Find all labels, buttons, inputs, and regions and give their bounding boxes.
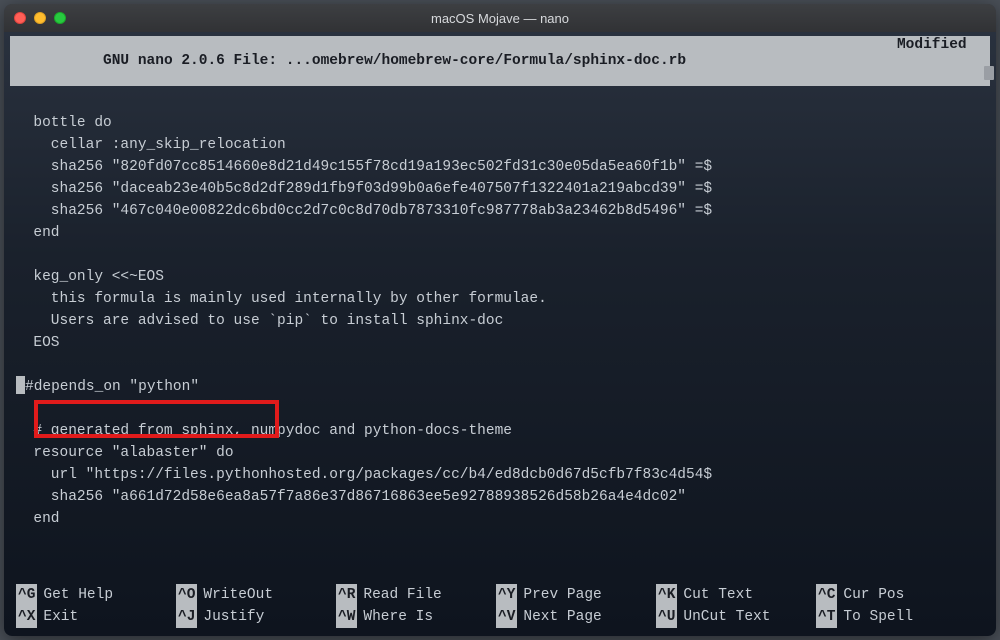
nano-help-bar: ^G Get Help ^O WriteOut ^R Read File ^Y Prev Pa…: [10, 584, 990, 632]
help-row: ^G Get Help ^O WriteOut ^R Read File ^Y Prev Pa…: [16, 584, 984, 606]
help-key: ^U: [656, 606, 677, 628]
maximize-icon[interactable]: [54, 12, 66, 24]
help-item: ^T To Spell: [816, 606, 976, 628]
help-key: ^J: [176, 606, 197, 628]
help-item: ^W Where Is: [336, 606, 496, 628]
editor-line[interactable]: [16, 244, 990, 266]
help-key: ^T: [816, 606, 837, 628]
nano-app-version: GNU nano 2.0.6: [86, 53, 225, 69]
editor-line[interactable]: keg_only <<~EOS: [16, 266, 990, 288]
close-icon[interactable]: [14, 12, 26, 24]
help-item: ^G Get Help: [16, 584, 176, 606]
help-key: ^O: [176, 584, 197, 606]
help-key: ^Y: [496, 584, 517, 606]
help-item: ^X Exit: [16, 606, 176, 628]
window-title: macOS Mojave — nano: [4, 11, 996, 26]
editor-line[interactable]: Users are advised to use `pip` to instal…: [16, 310, 990, 332]
help-label: Next Page: [523, 606, 601, 628]
help-item: ^R Read File: [336, 584, 496, 606]
minimize-icon[interactable]: [34, 12, 46, 24]
help-key: ^G: [16, 584, 37, 606]
editor-line[interactable]: [16, 398, 990, 420]
editor-line[interactable]: cellar :any_skip_relocation: [16, 134, 990, 156]
help-label: UnCut Text: [683, 606, 770, 628]
editor-line[interactable]: [16, 354, 990, 376]
help-key: ^W: [336, 606, 357, 628]
help-item: ^O WriteOut: [176, 584, 336, 606]
help-row: ^X Exit ^J Justify ^W Where Is ^V Next Page ^U Un…: [16, 606, 984, 628]
help-label: Exit: [43, 606, 78, 628]
help-key: ^V: [496, 606, 517, 628]
help-item: ^J Justify: [176, 606, 336, 628]
nano-status-bar: GNU nano 2.0.6 File: ...omebrew/homebrew…: [10, 36, 990, 86]
modified-indicator: Modified: [897, 37, 984, 85]
help-label: WriteOut: [203, 584, 273, 606]
editor-line[interactable]: [16, 530, 990, 552]
help-key: ^C: [816, 584, 837, 606]
help-key: ^R: [336, 584, 357, 606]
help-label: To Spell: [843, 606, 913, 628]
editor-line[interactable]: sha256 "daceab23e40b5c8d2df289d1fb9f03d9…: [16, 178, 990, 200]
help-label: Get Help: [43, 584, 113, 606]
editor-line[interactable]: bottle do: [16, 112, 990, 134]
editor-line[interactable]: end: [16, 508, 990, 530]
help-label: Cur Pos: [843, 584, 904, 606]
file-path: ...omebrew/homebrew-core/Formula/sphinx-…: [286, 53, 686, 69]
help-item: ^U UnCut Text: [656, 606, 816, 628]
help-label: Cut Text: [683, 584, 753, 606]
help-key: ^K: [656, 584, 677, 606]
editor-line[interactable]: EOS: [16, 332, 990, 354]
editor-line[interactable]: sha256 "467c040e00822dc6bd0cc2d7c0c8d70d…: [16, 200, 990, 222]
editor-line[interactable]: #depends_on "python": [16, 376, 990, 398]
editor-area[interactable]: bottle do cellar :any_skip_relocation sh…: [10, 90, 990, 584]
file-label: File:: [225, 53, 286, 69]
help-label: Read File: [363, 584, 441, 606]
help-item: ^V Next Page: [496, 606, 656, 628]
help-item: ^C Cur Pos: [816, 584, 976, 606]
window-titlebar[interactable]: macOS Mojave — nano: [4, 4, 996, 32]
editor-line[interactable]: url "https://files.pythonhosted.org/pack…: [16, 464, 990, 486]
editor-line[interactable]: [16, 90, 990, 112]
help-item: ^Y Prev Page: [496, 584, 656, 606]
editor-line[interactable]: resource "alabaster" do: [16, 442, 990, 464]
text-cursor: [16, 376, 25, 394]
editor-line[interactable]: this formula is mainly used internally b…: [16, 288, 990, 310]
editor-line[interactable]: # generated from sphinx, numpydoc and py…: [16, 420, 990, 442]
help-label: Justify: [203, 606, 264, 628]
terminal-body[interactable]: GNU nano 2.0.6 File: ...omebrew/homebrew…: [4, 32, 996, 636]
scrollbar-thumb[interactable]: [984, 66, 994, 80]
help-label: Prev Page: [523, 584, 601, 606]
editor-line[interactable]: sha256 "a661d72d58e6ea8a57f7a86e37d86716…: [16, 486, 990, 508]
editor-line[interactable]: end: [16, 222, 990, 244]
traffic-lights: [14, 12, 66, 24]
help-key: ^X: [16, 606, 37, 628]
editor-line[interactable]: sha256 "820fd07cc8514660e8d21d49c155f78c…: [16, 156, 990, 178]
help-label: Where Is: [363, 606, 433, 628]
help-item: ^K Cut Text: [656, 584, 816, 606]
terminal-window: macOS Mojave — nano GNU nano 2.0.6 File:…: [4, 4, 996, 636]
